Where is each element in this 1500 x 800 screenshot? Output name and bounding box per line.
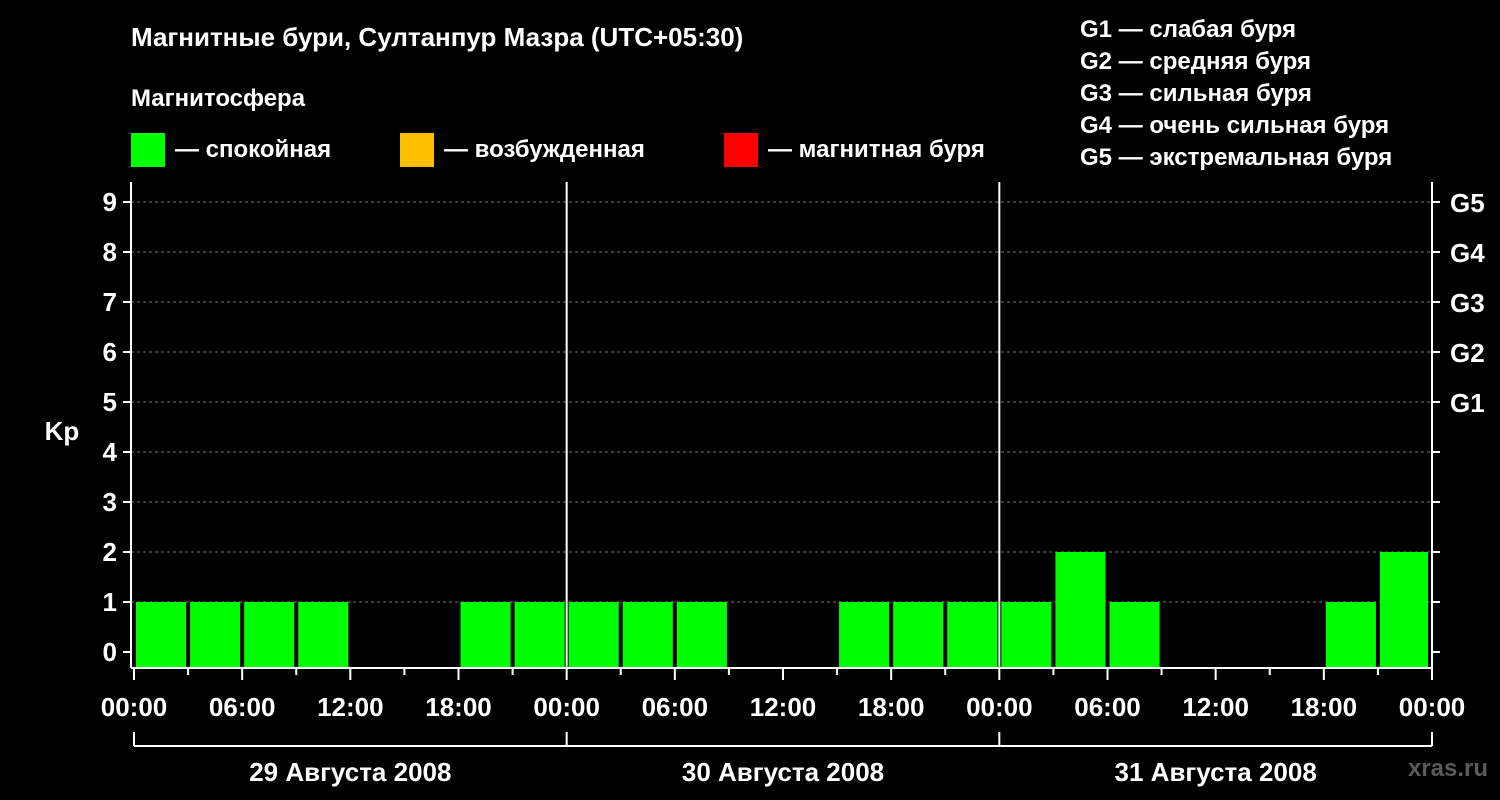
g-level-label: G1 bbox=[1450, 388, 1485, 418]
day-label: 31 Августа 2008 bbox=[1115, 757, 1317, 787]
x-tick-label: 12:00 bbox=[1182, 692, 1249, 722]
x-tick-label: 06:00 bbox=[209, 692, 276, 722]
x-tick-label: 00:00 bbox=[101, 692, 168, 722]
kp-bar bbox=[1379, 552, 1428, 668]
kp-bar bbox=[947, 602, 998, 668]
y-tick-label: 4 bbox=[103, 437, 118, 467]
kp-bar bbox=[514, 602, 565, 668]
kp-bar bbox=[568, 602, 619, 668]
y-tick-label: 8 bbox=[103, 237, 117, 267]
kp-chart: 0 1 2 3 4 5 6 7 8 9 G1 G2 G3 G4 G5 Kp 00:00 06:00 12:00 18:… bbox=[45, 182, 1485, 787]
g-level-label: G3 bbox=[1450, 288, 1485, 318]
x-tick-label: 12:00 bbox=[317, 692, 384, 722]
y-tick-label: 9 bbox=[103, 187, 117, 217]
y-tick-label: 5 bbox=[103, 387, 117, 417]
x-tick-label: 06:00 bbox=[1074, 692, 1141, 722]
g-level-label: G2 bbox=[1450, 338, 1485, 368]
y-tick-label: 6 bbox=[103, 337, 117, 367]
y-axis-title: Kp bbox=[45, 416, 80, 446]
x-tick-label: 18:00 bbox=[1291, 692, 1358, 722]
kp-bar bbox=[136, 602, 187, 668]
x-tick-label: 06:00 bbox=[642, 692, 709, 722]
kp-bar bbox=[676, 602, 727, 668]
x-tick-label: 00:00 bbox=[966, 692, 1033, 722]
g-level-label: G5 bbox=[1450, 188, 1485, 218]
kp-bar bbox=[298, 602, 349, 668]
y-tick-label: 7 bbox=[103, 287, 117, 317]
kp-bar bbox=[1055, 552, 1106, 668]
y-tick-label: 2 bbox=[103, 537, 117, 567]
x-tick-label: 18:00 bbox=[425, 692, 492, 722]
x-tick-label: 00:00 bbox=[1399, 692, 1466, 722]
kp-bar bbox=[893, 602, 944, 668]
x-tick-label: 00:00 bbox=[533, 692, 600, 722]
x-tick-label: 18:00 bbox=[858, 692, 925, 722]
g-level-label: G4 bbox=[1450, 238, 1485, 268]
day-label: 30 Августа 2008 bbox=[682, 757, 884, 787]
kp-bar bbox=[190, 602, 241, 668]
y-tick-label: 1 bbox=[103, 587, 117, 617]
kp-bar bbox=[839, 602, 890, 668]
kp-bar bbox=[1001, 602, 1052, 668]
kp-bar bbox=[244, 602, 295, 668]
day-label: 29 Августа 2008 bbox=[249, 757, 451, 787]
x-tick-label: 12:00 bbox=[750, 692, 817, 722]
kp-bar bbox=[460, 602, 511, 668]
kp-bar bbox=[622, 602, 673, 668]
y-tick-label: 0 bbox=[103, 637, 117, 667]
kp-bar bbox=[1109, 602, 1160, 668]
kp-bar bbox=[1325, 602, 1376, 668]
y-tick-label: 3 bbox=[103, 487, 117, 517]
watermark: xras.ru bbox=[1407, 755, 1488, 782]
